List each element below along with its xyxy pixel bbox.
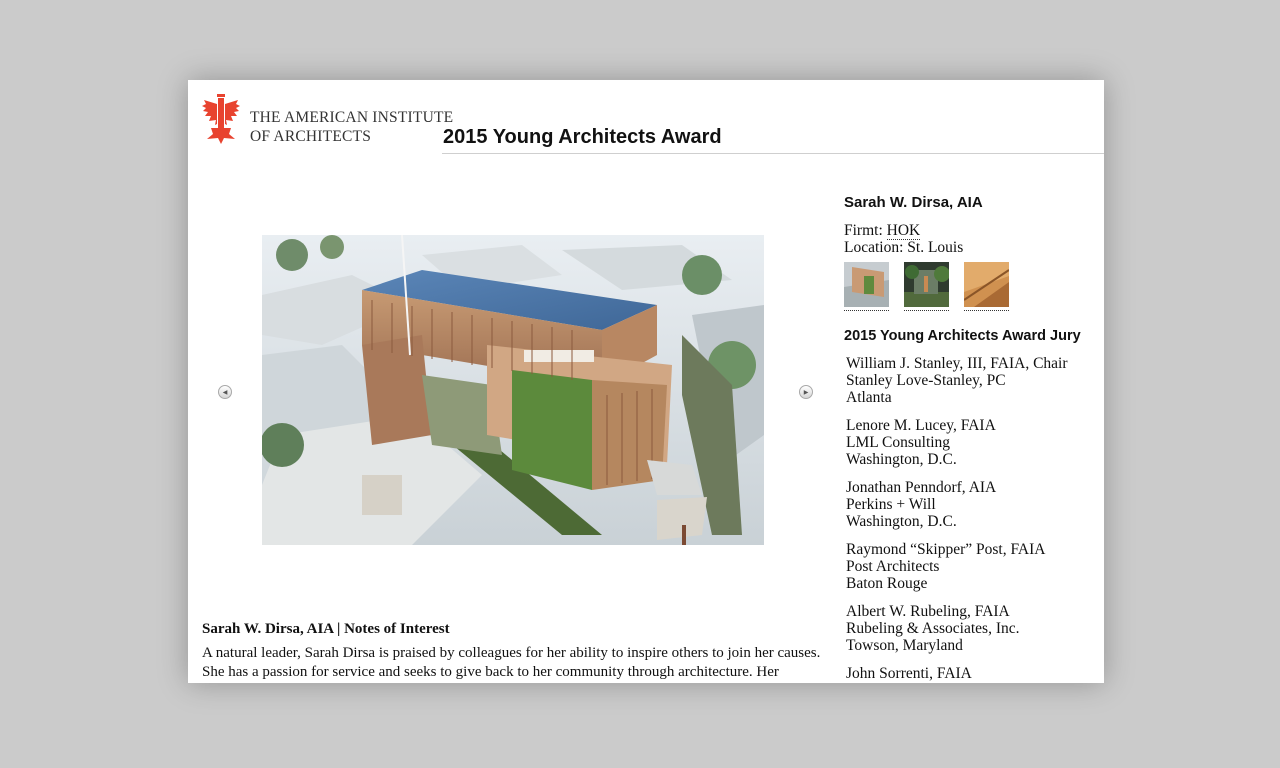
notes-line-1: A natural leader, Sarah Dirsa is praised… bbox=[202, 645, 821, 661]
jury-heading: 2015 Young Architects Award Jury bbox=[844, 328, 1081, 344]
hero-image bbox=[262, 235, 764, 545]
page-title: 2015 Young Architects Award bbox=[443, 126, 722, 148]
carousel-next-button[interactable]: ▶ bbox=[799, 385, 813, 399]
juror-name: Jonathan Penndorf, AIA bbox=[846, 479, 997, 496]
thumbnail-1[interactable] bbox=[844, 262, 889, 311]
location-row: Location: St. Louis bbox=[844, 239, 1094, 256]
notes-body: A natural leader, Sarah Dirsa is praised… bbox=[202, 644, 827, 683]
juror-name: Lenore M. Lucey, FAIA bbox=[846, 417, 996, 434]
juror-firm: Stanley Love-Stanley, PC bbox=[846, 372, 1006, 389]
juror-item: Jonathan Penndorf, AIA Perkins + Will Wa… bbox=[846, 479, 1094, 530]
juror-item: Lenore M. Lucey, FAIA LML Consulting Was… bbox=[846, 417, 1094, 468]
juror-firm: Post Architects bbox=[846, 558, 940, 575]
juror-item: John Sorrenti, FAIA bbox=[846, 665, 1094, 682]
jury-list: William J. Stanley, III, FAIA, Chair Sta… bbox=[844, 355, 1094, 682]
location-label: Location: bbox=[844, 239, 904, 256]
juror-name: Raymond “Skipper” Post, FAIA bbox=[846, 541, 1046, 558]
logo-line-1: THE AMERICAN INSTITUTE bbox=[250, 109, 454, 126]
juror-city: Atlanta bbox=[846, 389, 892, 406]
juror-firm: Rubeling & Associates, Inc. bbox=[846, 620, 1020, 637]
juror-firm: Perkins + Will bbox=[846, 496, 936, 513]
juror-item: Albert W. Rubeling, FAIA Rubeling & Asso… bbox=[846, 603, 1094, 654]
notes-line-2: She has a passion for service and seeks … bbox=[202, 664, 779, 680]
sidebar: Sarah W. Dirsa, AIA Firmt: HOK Location:… bbox=[844, 194, 1094, 683]
aia-eagle-icon bbox=[202, 94, 240, 144]
juror-item: William J. Stanley, III, FAIA, Chair Sta… bbox=[846, 355, 1094, 406]
juror-city: Washington, D.C. bbox=[846, 451, 957, 468]
firm-row: Firmt: HOK bbox=[844, 222, 1094, 240]
chevron-left-icon: ◀ bbox=[222, 388, 228, 396]
juror-name: Albert W. Rubeling, FAIA bbox=[846, 603, 1010, 620]
aia-logo[interactable]: THE AMERICAN INSTITUTE OF ARCHITECTS bbox=[202, 94, 453, 146]
juror-city: Towson, Maryland bbox=[846, 637, 963, 654]
thumbnail-2[interactable] bbox=[904, 262, 949, 311]
juror-name: John Sorrenti, FAIA bbox=[846, 665, 972, 682]
carousel-prev-button[interactable]: ◀ bbox=[218, 385, 232, 399]
location-value: St. Louis bbox=[907, 239, 964, 256]
firm-link[interactable]: HOK bbox=[886, 222, 921, 240]
thumbnail-3[interactable] bbox=[964, 262, 1009, 311]
title-divider bbox=[442, 153, 1104, 154]
juror-city: Washington, D.C. bbox=[846, 513, 957, 530]
winner-name: Sarah W. Dirsa, AIA bbox=[844, 194, 983, 211]
juror-city: Baton Rouge bbox=[846, 575, 928, 592]
juror-item: Raymond “Skipper” Post, FAIA Post Archit… bbox=[846, 541, 1094, 592]
notes-heading: Sarah W. Dirsa, AIA | Notes of Interest bbox=[202, 621, 450, 637]
juror-firm: LML Consulting bbox=[846, 434, 951, 451]
chevron-right-icon: ▶ bbox=[803, 388, 809, 396]
firm-label: Firmt: bbox=[844, 222, 883, 239]
juror-name: William J. Stanley, III, FAIA, Chair bbox=[846, 355, 1068, 372]
logo-wordmark: THE AMERICAN INSTITUTE OF ARCHITECTS bbox=[250, 108, 453, 146]
award-page: THE AMERICAN INSTITUTE OF ARCHITECTS 201… bbox=[188, 80, 1104, 683]
logo-line-2: OF ARCHITECTS bbox=[250, 128, 372, 145]
winner-meta: Firmt: HOK Location: St. Louis bbox=[844, 222, 1094, 256]
thumbnail-strip bbox=[844, 262, 1094, 311]
